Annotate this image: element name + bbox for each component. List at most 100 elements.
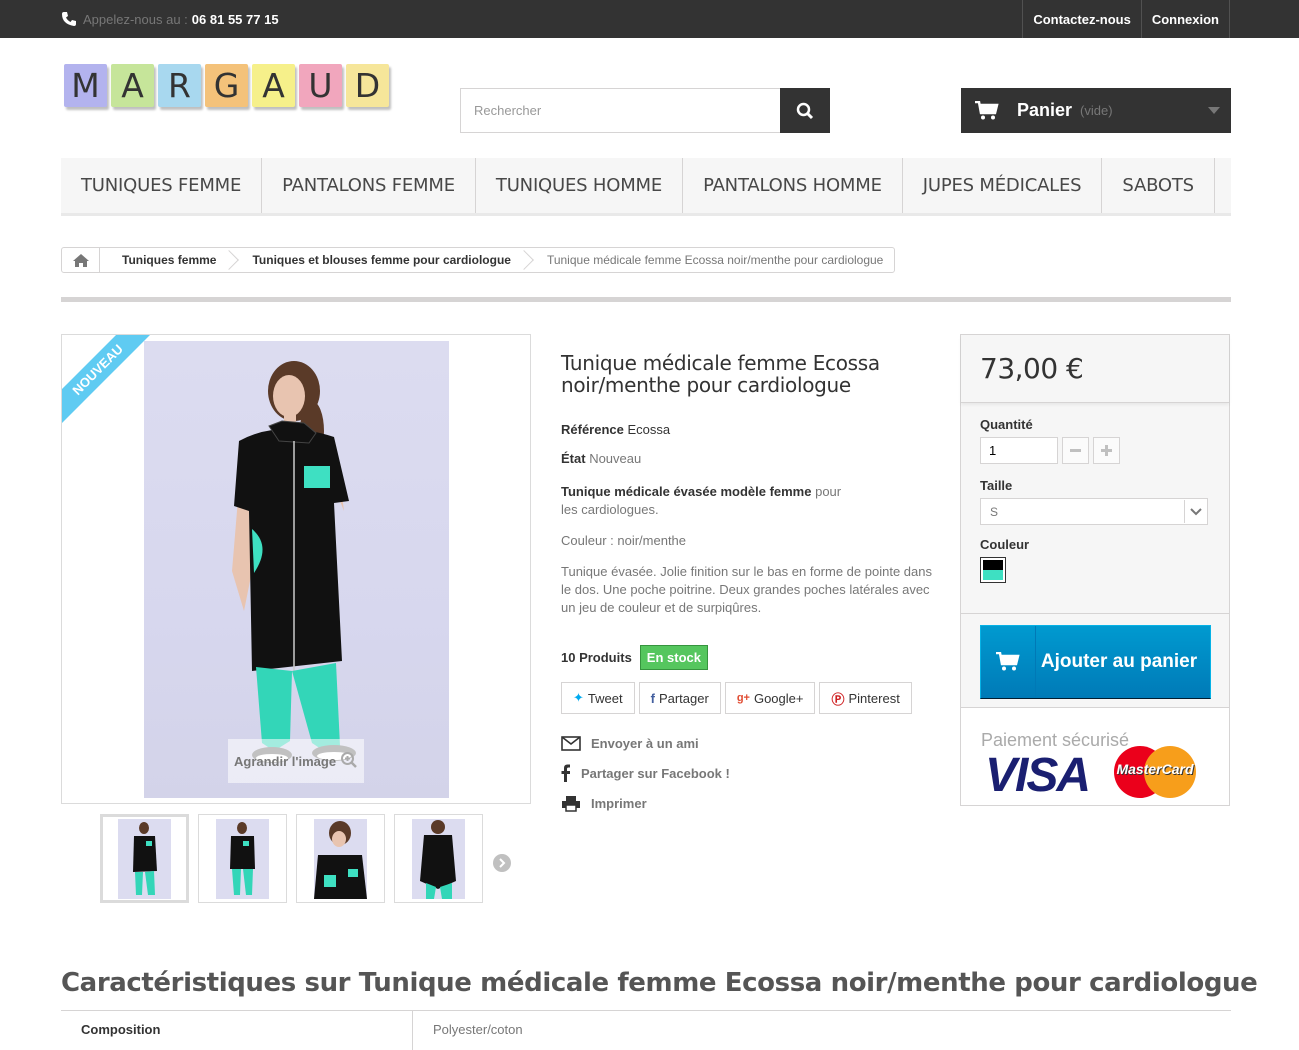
pinterest-button[interactable]: Ⓟ Pinterest xyxy=(819,682,912,714)
pinterest-label: Pinterest xyxy=(848,690,900,706)
menu-item[interactable]: TUNIQUES FEMME xyxy=(61,158,263,213)
cart-label: Panier xyxy=(1017,100,1073,120)
menu-item[interactable]: PANTALONS HOMME xyxy=(683,158,903,213)
quantity-input[interactable] xyxy=(980,437,1058,464)
pinterest-icon: Ⓟ xyxy=(831,691,845,707)
logo-letter: D xyxy=(346,64,389,107)
search-input[interactable] xyxy=(460,88,780,133)
reference-label: Référence xyxy=(561,422,624,437)
enlarge-image-button[interactable]: Agrandir l'image xyxy=(228,739,364,783)
cart-icon xyxy=(996,652,1020,671)
site-logo[interactable]: MARGAUD xyxy=(64,64,389,107)
reference-value: Ecossa xyxy=(627,422,671,437)
size-value: S xyxy=(990,504,999,519)
logo-letter: A xyxy=(111,64,154,107)
color-line: Couleur : noir/menthe xyxy=(561,533,687,548)
product-condition: État Nouveau xyxy=(561,451,641,466)
product-reference: Référence Ecossa xyxy=(561,422,670,437)
new-ribbon-label: Nouveau xyxy=(62,335,152,425)
share-facebook-label: Partager sur Facebook ! xyxy=(581,765,730,781)
condition-label: État xyxy=(561,451,586,466)
send-to-friend-label: Envoyer à un ami xyxy=(591,735,699,751)
color-swatch[interactable] xyxy=(980,557,1006,583)
product-title: Tunique médicale femme Ecossa noir/menth… xyxy=(561,351,880,397)
login-link[interactable]: Connexion xyxy=(1140,0,1230,38)
stock-info: 10 Produits En stock xyxy=(561,645,708,670)
tweet-button[interactable]: ✦ Tweet xyxy=(561,682,635,714)
breadcrumb-item[interactable]: Tuniques et blouses femme pour cardiolog… xyxy=(230,248,524,272)
print-label: Imprimer xyxy=(591,795,647,811)
product-info: Tunique médicale femme Ecossa noir/menth… xyxy=(561,351,941,812)
extra-actions: Envoyer à un ami Partager sur Facebook !… xyxy=(561,728,730,818)
search-bar xyxy=(460,88,830,133)
characteristic-name: Composition xyxy=(61,1011,413,1050)
menu-item[interactable]: PANTALONS FEMME xyxy=(262,158,476,213)
phone-number: 06 81 55 77 15 xyxy=(191,11,279,27)
facebook-icon xyxy=(561,764,570,782)
send-to-friend-link[interactable]: Envoyer à un ami xyxy=(561,728,730,758)
size-label: Taille xyxy=(980,478,1013,493)
menu-item[interactable]: SABOTS xyxy=(1102,158,1215,213)
quantity-label: Quantité xyxy=(980,417,1033,432)
chevron-down-icon xyxy=(1184,500,1206,523)
google-plus-icon: g+ xyxy=(736,692,750,704)
short-description: Tunique médicale évasée modèle femme pou… xyxy=(561,483,861,519)
quantity-available: 10 Produits xyxy=(561,650,632,665)
social-buttons: ✦ Tweet f Partager g+ Google+ Ⓟ Pinterest xyxy=(561,682,912,714)
menu-item[interactable]: TUNIQUES HOMME xyxy=(476,158,684,213)
tweet-label: Tweet xyxy=(587,690,623,706)
thumbnail[interactable] xyxy=(296,814,385,903)
minus-icon xyxy=(1070,449,1081,452)
product-options: Quantité Taille S Couleur xyxy=(980,417,1210,583)
product-photo[interactable] xyxy=(144,341,449,798)
chevron-down-icon xyxy=(1208,107,1220,114)
thumbnail[interactable] xyxy=(198,814,287,903)
home-link[interactable] xyxy=(62,248,100,272)
buy-box: 73,00 € Quantité Taille S Couleur Ajoute… xyxy=(960,334,1230,806)
phone-icon xyxy=(62,12,76,26)
quantity-increase-button[interactable] xyxy=(1093,437,1120,464)
search-icon xyxy=(796,102,814,119)
breadcrumb-current: Tunique médicale femme Ecossa noir/menth… xyxy=(546,253,884,267)
breadcrumb-item[interactable]: Tuniques femme xyxy=(100,248,230,272)
home-icon xyxy=(72,253,89,267)
cart-icon xyxy=(975,100,999,119)
cart-button[interactable]: Panier (vide) xyxy=(961,88,1231,133)
facebook-share-label: Partager xyxy=(658,690,709,706)
print-link[interactable]: Imprimer xyxy=(561,788,730,818)
divider xyxy=(61,297,1231,302)
new-ribbon: Nouveau xyxy=(62,335,152,425)
secure-payment-block: Paiement sécurisé VISA MasterCard xyxy=(961,708,1229,805)
next-thumbnails-button[interactable] xyxy=(493,854,511,872)
google-plus-label: Google+ xyxy=(753,690,804,706)
mastercard-logo: MasterCard xyxy=(1114,746,1196,798)
logo-letter: R xyxy=(158,64,201,107)
enlarge-label: Agrandir l'image xyxy=(234,753,337,769)
search-button[interactable] xyxy=(780,88,830,133)
printer-icon xyxy=(562,795,580,812)
thumbnail[interactable] xyxy=(100,814,189,903)
description-bold: Tunique médicale évasée modèle femme xyxy=(561,484,812,499)
product-details: Tunique évasée. Jolie finition sur le ba… xyxy=(561,564,932,615)
quantity-decrease-button[interactable] xyxy=(1062,437,1089,464)
plus-icon xyxy=(1101,445,1112,456)
model-figure xyxy=(232,361,356,763)
add-to-cart-button[interactable]: Ajouter au panier xyxy=(980,625,1211,699)
chevron-right-icon xyxy=(499,858,506,868)
facebook-icon: f xyxy=(650,690,655,706)
facebook-share-button[interactable]: f Partager xyxy=(638,682,721,714)
menu-item[interactable]: JUPES MÉDICALES xyxy=(903,158,1103,213)
google-plus-button[interactable]: g+ Google+ xyxy=(724,682,816,714)
thumbnail[interactable] xyxy=(394,814,483,903)
phone-block: Appelez-nous au : 06 81 55 77 15 xyxy=(61,0,279,38)
logo-letter: M xyxy=(64,64,107,107)
price-area: 73,00 € xyxy=(961,335,1229,403)
size-select[interactable]: S xyxy=(980,498,1208,525)
characteristic-value: Polyester/coton xyxy=(433,1022,523,1037)
contact-link[interactable]: Contactez-nous xyxy=(1022,0,1141,38)
share-facebook-link[interactable]: Partager sur Facebook ! xyxy=(561,758,730,788)
product-image-box[interactable]: Nouveau Agrandir l'image xyxy=(61,334,531,804)
color-label: Couleur xyxy=(980,537,1030,552)
thumbnail-list xyxy=(100,814,483,903)
logo-letter: U xyxy=(299,64,342,107)
